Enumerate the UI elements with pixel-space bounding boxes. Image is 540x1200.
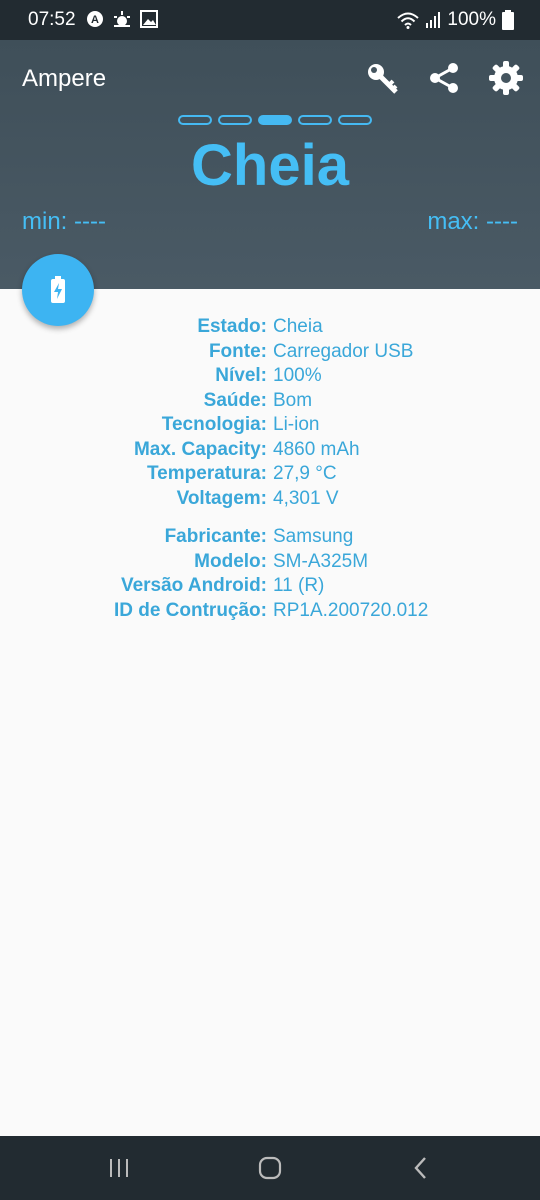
page-dot-active[interactable]: [258, 115, 292, 125]
share-button[interactable]: [424, 58, 464, 98]
info-row: Saúde: Bom: [0, 389, 540, 414]
app-title: Ampere: [22, 65, 107, 92]
device-row: Modelo: SM-A325M: [0, 550, 540, 575]
page-dot[interactable]: [338, 115, 372, 125]
page-dot[interactable]: [218, 115, 252, 125]
weather-icon: [114, 11, 130, 27]
info-label: Nível:: [215, 365, 267, 386]
recents-button[interactable]: [99, 1154, 139, 1182]
signal-icon: [426, 12, 441, 28]
home-button[interactable]: [250, 1154, 290, 1182]
max-value: max: ----: [427, 208, 518, 235]
info-row: Fonte: Carregador USB: [0, 340, 540, 365]
page-indicator: [178, 115, 372, 125]
device-value: RP1A.200720.012: [273, 599, 429, 621]
back-icon: [414, 1157, 426, 1179]
key-button[interactable]: [362, 58, 402, 98]
info-value: 4,301 V: [273, 487, 339, 509]
toolbar-actions: [362, 58, 526, 98]
device-label: Modelo:: [194, 550, 267, 572]
device-label: ID de Contrução:: [113, 599, 267, 621]
wifi-icon: [397, 12, 420, 29]
info-row: Temperatura: 27,9 °C: [0, 462, 540, 487]
gallery-icon: [140, 10, 158, 28]
info-value: Bom: [273, 389, 313, 411]
device-value: SM-A325M: [273, 550, 369, 572]
info-value: 4860 mAh: [273, 438, 360, 460]
battery-icon: [502, 10, 514, 30]
navigation-bar: [0, 1136, 540, 1200]
device-value: 11 (R): [273, 575, 325, 596]
share-icon: [430, 63, 458, 93]
info-label: Estado:: [197, 316, 267, 337]
battery-status-title: Cheia: [191, 133, 349, 198]
info-label: Saúde:: [203, 389, 267, 411]
info-label: Temperatura:: [146, 463, 267, 484]
gear-icon: [489, 61, 523, 95]
svg-text:A: A: [91, 14, 99, 26]
settings-button[interactable]: [486, 58, 526, 98]
info-value: Carregador USB: [273, 340, 414, 362]
autoinstall-icon: A: [87, 11, 103, 27]
device-row: Versão Android: 11 (R): [0, 574, 540, 599]
info-value: 27,9 °C: [273, 463, 337, 484]
home-icon: [258, 1156, 282, 1180]
battery-percent: 100%: [447, 9, 496, 30]
battery-info: Estado: Cheia Fonte: Carregador USB Nível:…: [0, 315, 540, 623]
info-label: Max. Capacity:: [133, 438, 267, 460]
min-value: min: ----: [22, 208, 106, 235]
info-label: Fonte:: [208, 340, 267, 362]
info-value: 100%: [273, 365, 322, 386]
system-icons: 100%: [397, 9, 514, 31]
device-label: Fabricante:: [164, 526, 267, 547]
page-dot[interactable]: [178, 115, 212, 125]
info-row: Estado: Cheia: [0, 315, 540, 340]
notification-icons: A: [86, 10, 158, 28]
device-row: ID de Contrução: RP1A.200720.012: [0, 599, 540, 624]
battery-charging-icon: [51, 276, 65, 303]
recents-icon: [110, 1159, 128, 1177]
device-value: Samsung: [273, 526, 354, 547]
device-row: Fabricante: Samsung: [0, 525, 540, 550]
info-row: Tecnologia: Li-ion: [0, 413, 540, 438]
status-bar: 07:52 A 100%: [0, 0, 540, 40]
header: Ampere Cheia min: ---- max: ----: [0, 40, 540, 289]
info-value: Cheia: [273, 316, 323, 337]
key-icon: [368, 64, 398, 94]
info-value: Li-ion: [273, 414, 320, 435]
back-button[interactable]: [401, 1154, 441, 1182]
device-label: Versão Android:: [120, 575, 267, 596]
info-label: Tecnologia:: [161, 414, 267, 435]
status-time: 07:52: [28, 9, 76, 30]
page-dot[interactable]: [298, 115, 332, 125]
info-row: Nível: 100%: [0, 364, 540, 389]
info-row: Max. Capacity: 4860 mAh: [0, 438, 540, 463]
info-label: Voltagem:: [176, 487, 267, 509]
info-row: Voltagem: 4,301 V: [0, 487, 540, 512]
